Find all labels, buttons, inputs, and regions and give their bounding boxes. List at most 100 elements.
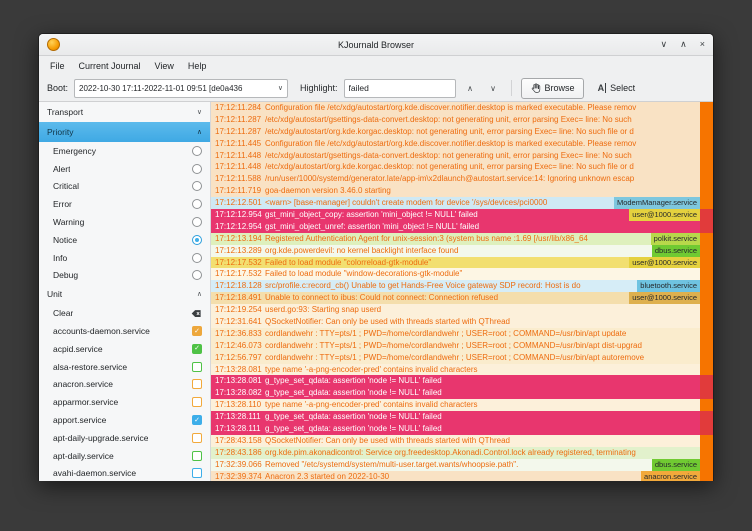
unit-filter-apport-service[interactable]: apport.service ✓ <box>39 411 210 429</box>
log-row[interactable]: 17:12:36.833cordlandwehr : TTY=pts/1 ; P… <box>211 328 713 340</box>
log-row[interactable]: 17:13:28.110type name '-a-png-encoder-pr… <box>211 399 713 411</box>
unit-filter-anacron-service[interactable]: anacron.service <box>39 376 210 394</box>
log-row[interactable]: 17:12:12.954gst_mini_object_unref: asser… <box>211 221 713 233</box>
log-row[interactable]: 17:12:19.254userd.go:93: Starting snap u… <box>211 304 713 316</box>
unit-filter-accounts-daemon-service[interactable]: accounts-daemon.service✓ <box>39 322 210 340</box>
priority-option-info[interactable]: Info <box>39 249 210 267</box>
menu-file[interactable]: File <box>43 59 72 73</box>
unit-clear-button[interactable]: Clear <box>39 304 210 322</box>
log-row[interactable]: 17:12:11.448/etc/xdg/autostart/org.kde.k… <box>211 161 713 173</box>
section-transport[interactable]: Transport ∨ <box>39 102 210 122</box>
menu-view[interactable]: View <box>148 59 181 73</box>
section-priority[interactable]: Priority ∧ <box>39 122 210 142</box>
previous-match-button[interactable]: ∧ <box>462 80 479 97</box>
radio-button[interactable] <box>192 199 202 209</box>
log-row[interactable]: 17:13:28.111g_type_set_qdata: assertion … <box>211 411 713 423</box>
log-row[interactable]: 17:13:28.081g_type_set_qdata: assertion … <box>211 375 713 387</box>
unit-checkbox[interactable]: ✓ <box>192 415 202 425</box>
log-row[interactable]: 17:28:43.158QSocketNotifier: Can only be… <box>211 435 713 447</box>
log-row[interactable]: 17:12:11.448/etc/xdg/autostart/gsettings… <box>211 150 713 162</box>
radio-button[interactable] <box>192 270 202 280</box>
log-timestamp: 17:12:18.128 <box>211 280 263 292</box>
menu-help[interactable]: Help <box>181 59 214 73</box>
unit-checkbox[interactable]: ✓ <box>192 344 202 354</box>
log-row[interactable]: 17:12:11.287/etc/xdg/autostart/org.kde.k… <box>211 126 713 138</box>
unit-checkbox[interactable]: ✓ <box>192 326 202 336</box>
log-row[interactable]: 17:12:11.287/etc/xdg/autostart/gsettings… <box>211 114 713 126</box>
log-row[interactable]: 17:12:12.501<warn> [base-manager] couldn… <box>211 197 713 209</box>
log-row[interactable]: 17:12:17.532Failed to load module "color… <box>211 257 713 269</box>
section-unit[interactable]: Unit ∧ <box>39 284 210 304</box>
radio-button[interactable] <box>192 146 202 156</box>
log-row[interactable]: 17:12:13.289org.kde.powerdevil: no kerne… <box>211 245 713 257</box>
log-row[interactable]: 17:12:31.641QSocketNotifier: Can only be… <box>211 316 713 328</box>
log-row[interactable]: 17:12:11.719goa-daemon version 3.46.0 st… <box>211 185 713 197</box>
unit-checkbox[interactable] <box>192 468 202 478</box>
log-row[interactable]: 17:12:17.532Failed to load module "windo… <box>211 268 713 280</box>
unit-filter-apparmor-service[interactable]: apparmor.service <box>39 393 210 411</box>
minimize-icon[interactable]: ∨ <box>661 40 668 49</box>
unit-badge: anacron.service <box>641 471 700 481</box>
select-button[interactable]: A Select <box>590 78 644 99</box>
radio-button[interactable] <box>192 253 202 263</box>
menu-current-journal[interactable]: Current Journal <box>72 59 148 73</box>
log-row[interactable]: 17:13:28.082g_type_set_qdata: assertion … <box>211 387 713 399</box>
unit-filter-label: apparmor.service <box>53 397 118 407</box>
unit-checkbox[interactable] <box>192 379 202 389</box>
log-message: Registered Authentication Agent for unix… <box>263 233 651 245</box>
log-timestamp: 17:13:28.111 <box>211 411 263 423</box>
next-match-button[interactable]: ∨ <box>485 80 502 97</box>
log-row[interactable]: 17:12:11.588/run/user/1000/systemd/gener… <box>211 173 713 185</box>
priority-option-debug[interactable]: Debug <box>39 267 210 285</box>
log-row[interactable]: 17:13:28.081type name '-a-png-encoder-pr… <box>211 364 713 376</box>
log-timestamp: 17:13:28.081 <box>211 364 263 376</box>
priority-option-emergency[interactable]: Emergency <box>39 142 210 160</box>
priority-mark <box>700 197 713 209</box>
log-row[interactable]: 17:28:43.186org.kde.pim.akonadicontrol: … <box>211 447 713 459</box>
log-row[interactable]: 17:13:28.111g_type_set_qdata: assertion … <box>211 423 713 435</box>
unit-checkbox[interactable] <box>192 433 202 443</box>
log-row[interactable]: 17:12:12.954gst_mini_object_copy: assert… <box>211 209 713 221</box>
radio-button-selected[interactable] <box>192 235 202 245</box>
radio-button[interactable] <box>192 164 202 174</box>
browse-button[interactable]: Browse <box>521 78 584 99</box>
log-row[interactable]: 17:12:18.491Unable to connect to ibus: C… <box>211 292 713 304</box>
log-row[interactable]: 17:12:18.128src/profile.c:record_cb() Un… <box>211 280 713 292</box>
priority-option-error[interactable]: Error <box>39 195 210 213</box>
unit-filter-alsa-restore-service[interactable]: alsa-restore.service <box>39 358 210 376</box>
unit-checkbox[interactable] <box>192 397 202 407</box>
log-row[interactable]: 17:32:39.374Anacron 2.3 started on 2022-… <box>211 471 713 481</box>
priority-option-critical[interactable]: Critical <box>39 178 210 196</box>
log-row[interactable]: 17:12:11.445Configuration file /etc/xdg/… <box>211 138 713 150</box>
priority-mark <box>700 209 713 221</box>
priority-option-label: Debug <box>53 270 78 280</box>
unit-filter-avahi-daemon-service[interactable]: avahi-daemon.service <box>39 465 210 481</box>
radio-button[interactable] <box>192 217 202 227</box>
unit-filter-apt-daily-service[interactable]: apt-daily.service <box>39 447 210 465</box>
log-row[interactable]: 17:12:11.284Configuration file /etc/xdg/… <box>211 102 713 114</box>
log-row[interactable]: 17:12:13.194Registered Authentication Ag… <box>211 233 713 245</box>
priority-option-alert[interactable]: Alert <box>39 160 210 178</box>
unit-checkbox[interactable] <box>192 362 202 372</box>
log-message: cordlandwehr : TTY=pts/1 ; PWD=/home/cor… <box>263 328 700 340</box>
priority-mark <box>700 102 713 114</box>
unit-filter-acpid-service[interactable]: acpid.service✓ <box>39 340 210 358</box>
highlight-input[interactable] <box>344 79 456 98</box>
log-timestamp: 17:12:11.287 <box>211 126 263 138</box>
maximize-icon[interactable]: ∧ <box>680 40 687 49</box>
priority-option-warning[interactable]: Warning <box>39 213 210 231</box>
titlebar[interactable]: KJournald Browser ∨ ∧ × <box>39 34 713 56</box>
unit-badge: ModemManager.service <box>614 197 700 209</box>
log-row[interactable]: 17:32:39.066Removed "/etc/systemd/system… <box>211 459 713 471</box>
log-row[interactable]: 17:12:46.073cordlandwehr : TTY=pts/1 ; P… <box>211 340 713 352</box>
close-icon[interactable]: × <box>700 40 705 49</box>
unit-filter-label: apport.service <box>53 415 106 425</box>
radio-button[interactable] <box>192 181 202 191</box>
unit-checkbox[interactable] <box>192 451 202 461</box>
unit-filter-apt-daily-upgrade-service[interactable]: apt-daily-upgrade.service <box>39 429 210 447</box>
priority-mark <box>700 138 713 150</box>
log-view[interactable]: 17:12:11.284Configuration file /etc/xdg/… <box>211 102 713 481</box>
priority-option-notice[interactable]: Notice <box>39 231 210 249</box>
boot-combobox[interactable]: 2022-10-30 17:11-2022-11-01 09:51 [de0a4… <box>74 79 288 98</box>
log-row[interactable]: 17:12:56.797cordlandwehr : TTY=pts/1 ; P… <box>211 352 713 364</box>
